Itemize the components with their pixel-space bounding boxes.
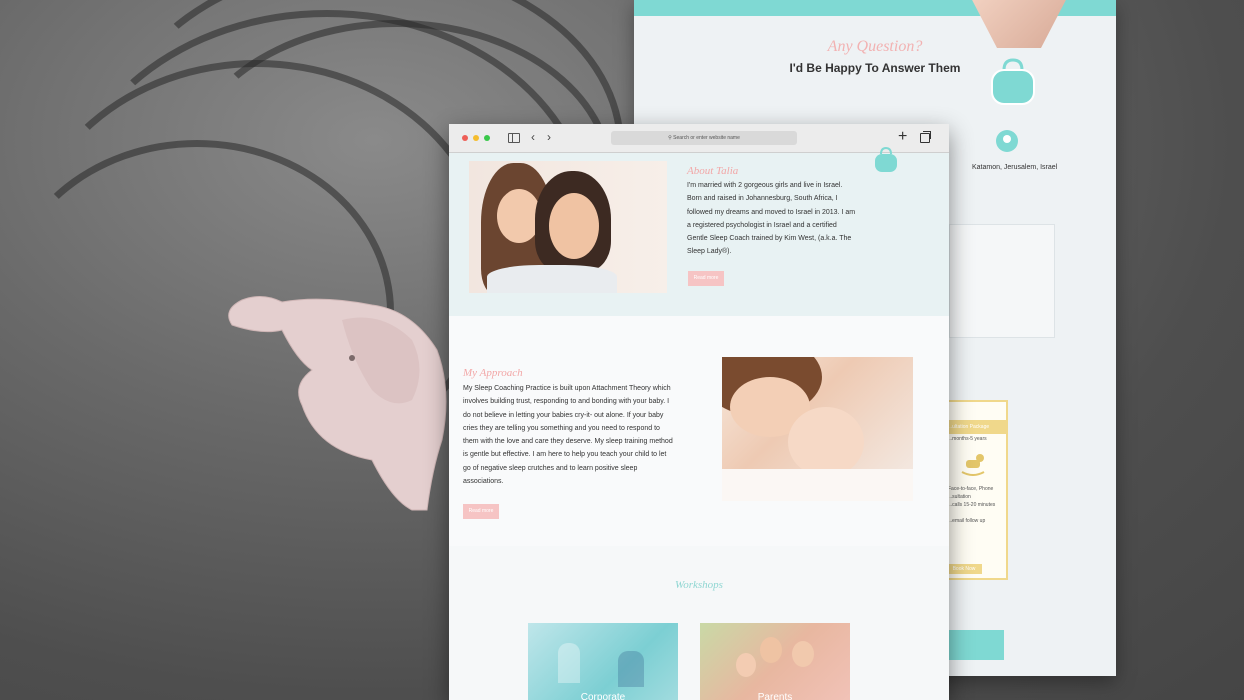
- address: Katamon, Jerusalem, Israel: [972, 164, 1058, 171]
- close-window-button[interactable]: [462, 135, 468, 141]
- workshop-card-label: Corporate: [580, 692, 626, 700]
- browser-window: ‹ › ⚲ Search or enter website name + Abo…: [449, 124, 949, 700]
- approach-line: involves building trust, responding to a…: [463, 398, 670, 406]
- bag-icon: [875, 147, 897, 172]
- bag-icon: [991, 58, 1035, 105]
- forward-arrow-icon[interactable]: ›: [547, 130, 551, 144]
- approach-heading: My Approach: [463, 367, 523, 379]
- about-paragraph: I'm married with 2 gorgeous girls and li…: [687, 179, 855, 259]
- question-subtitle: I'd Be Happy To Answer Them: [789, 61, 961, 75]
- about-section: About Talia I'm married with 2 gorgeous …: [449, 147, 949, 316]
- clothing-shape: [487, 265, 617, 293]
- minimize-window-button[interactable]: [473, 135, 479, 141]
- about-read-more-button[interactable]: Read more: [688, 271, 724, 286]
- approach-line: is gentle but effective. I am here to he…: [463, 451, 667, 459]
- rocking-horse-icon: [961, 454, 985, 476]
- approach-section: My Approach My Sleep Coaching Practice i…: [449, 316, 949, 546]
- workshop-card-parents[interactable]: Parents: [700, 623, 850, 700]
- zoom-window-button[interactable]: [484, 135, 490, 141]
- mother-daughter-photo: [469, 161, 667, 293]
- tab-overview-icon[interactable]: [920, 131, 931, 143]
- child-face: [736, 653, 756, 677]
- mother-baby-photo: [722, 357, 913, 501]
- back-arrow-icon[interactable]: ‹: [531, 130, 535, 144]
- package-age: ...months-5 years: [948, 436, 987, 442]
- about-heading: About Talia: [687, 165, 739, 177]
- package-card: ...ultation Package ...months-5 years Fa…: [942, 400, 1008, 580]
- approach-line: do not believe in letting your babies cr…: [463, 411, 664, 419]
- about-line: Sleep Lady®).: [687, 248, 732, 256]
- workshops-title: Workshops: [675, 579, 723, 591]
- address-bar-placeholder: Search or enter website name: [673, 135, 740, 141]
- workshop-card-label: Parents: [757, 692, 793, 700]
- about-line: a registered psychologist in Israel and …: [687, 221, 837, 229]
- office-people-shape: [558, 643, 580, 683]
- package-item: ...calls 15-20 minutes: [948, 502, 996, 508]
- map-frame: [949, 224, 1055, 338]
- question-title: Any Question?: [827, 38, 923, 55]
- address-bar[interactable]: ⚲ Search or enter website name: [611, 131, 797, 145]
- approach-paragraph: My Sleep Coaching Practice is built upon…: [463, 382, 673, 488]
- book-now-button[interactable]: Book Now: [946, 564, 982, 574]
- package-item: ...email follow up: [948, 518, 986, 524]
- mother-face: [549, 193, 599, 259]
- office-people-shape: [618, 651, 644, 687]
- parent-face: [792, 641, 814, 667]
- approach-read-more-button[interactable]: Read more: [463, 504, 499, 519]
- about-line: Gentle Sleep Coach trained by Kim West, …: [687, 235, 852, 243]
- elephant-illustration: [228, 296, 447, 511]
- baby-face: [788, 407, 864, 477]
- approach-line: My Sleep Coaching Practice is built upon…: [463, 385, 671, 392]
- package-heading: ...ultation Package: [944, 420, 1006, 434]
- blanket-shape: [722, 469, 913, 501]
- sidebar-toggle-icon[interactable]: [508, 133, 520, 143]
- about-line: I'm married with 2 gorgeous girls and li…: [687, 182, 843, 189]
- package-item: ...sultation: [948, 494, 971, 500]
- footer-bar: [942, 630, 1004, 660]
- about-line: Born and raised in Johannesburg, South A…: [687, 195, 838, 203]
- location-pin-icon: [996, 130, 1018, 152]
- approach-line: go of negative sleep crutches and to lea…: [463, 464, 638, 472]
- approach-line: them with the love and care they deserve…: [463, 438, 673, 446]
- new-tab-button[interactable]: +: [898, 128, 907, 146]
- workshop-card-corporate[interactable]: Corporate: [528, 623, 678, 700]
- about-line: followed my dreams and moved to Israel i…: [687, 208, 856, 216]
- parent-face: [760, 637, 782, 663]
- approach-line: associations.: [463, 478, 504, 486]
- package-item: Face-to-face, Phone: [948, 486, 994, 492]
- approach-line: cries they are telling you something and…: [463, 424, 660, 432]
- workshops-section: Workshops Corporate Parents: [449, 546, 949, 700]
